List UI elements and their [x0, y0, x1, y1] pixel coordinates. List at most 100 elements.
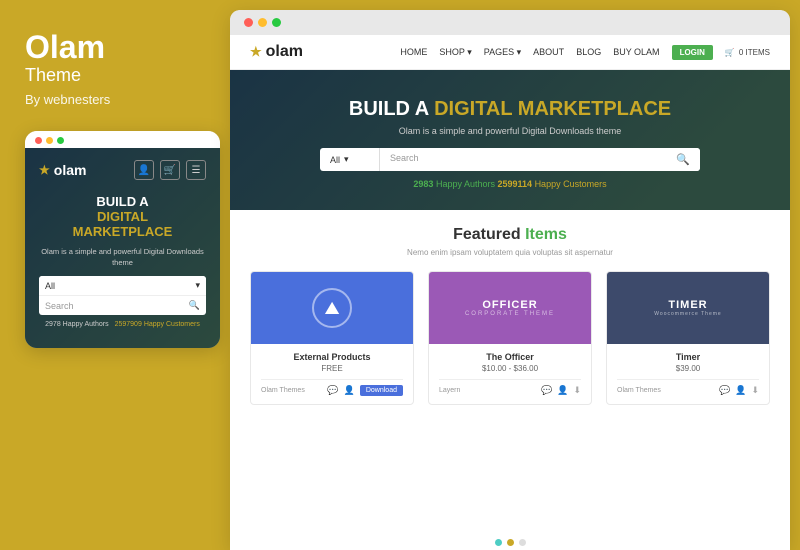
mobile-menu-icon: ☰ — [186, 160, 206, 180]
mobile-stat-customers: 2597909 Happy Customers — [115, 321, 200, 328]
featured-title-green: Items — [525, 226, 567, 243]
hero-title-yellow: DIGITAL MARKETPLACE — [434, 98, 671, 120]
comment-icon-2: 💬 — [541, 385, 552, 396]
mobile-headline-marketplace: MARKETPLACE — [39, 224, 206, 239]
mobile-logo: ★ olam — [39, 162, 86, 178]
featured-description: Nemo enim ipsam voluptatem quia voluptas… — [250, 248, 770, 257]
site-logo-text: olam — [266, 43, 303, 61]
site-header: ★ olam HOME SHOP ▾ PAGES ▾ ABOUT BLOG BU… — [230, 35, 790, 70]
featured-title: Featured Items — [250, 226, 770, 244]
product-actions-1: 💬 👤 Download — [327, 385, 403, 396]
stat-customers-label: Happy Customers — [535, 179, 607, 189]
product-grid: ⛰ External Products FREE Olam Themes 💬 👤… — [250, 271, 770, 405]
product-icon-1: ⛰ — [312, 288, 352, 328]
star-icon: ★ — [39, 163, 50, 177]
hero-subtitle: Olam is a simple and powerful Digital Do… — [260, 126, 760, 136]
browser-dot-green — [272, 18, 281, 27]
mobile-dot-green — [57, 137, 64, 144]
browser-dot-red — [244, 18, 253, 27]
pagination-dots — [230, 531, 790, 550]
user-icon-3: 👤 — [735, 385, 746, 396]
product-price-2: $10.00 - $36.00 — [439, 364, 581, 373]
product-icon-2: OFFICER — [465, 299, 555, 311]
pagination-dot-1[interactable] — [495, 539, 502, 546]
product-info-2: The Officer $10.00 - $36.00 Layern 💬 👤 ⬇ — [429, 344, 591, 404]
mobile-user-icon: 👤 — [134, 160, 154, 180]
product-meta-2: Layern 💬 👤 ⬇ — [439, 379, 581, 396]
product-price-1: FREE — [261, 364, 403, 373]
mobile-search-wrapper: All ▾ Search 🔍 — [39, 276, 206, 315]
mobile-headline: BUILD A DIGITAL MARKETPLACE — [39, 194, 206, 239]
mobile-subtitle: Olam is a simple and powerful Digital Do… — [39, 247, 206, 268]
cart-area[interactable]: 🛒 0 ITEMS — [725, 48, 770, 57]
product-author-1: Olam Themes — [261, 387, 305, 394]
nav-blog[interactable]: BLOG — [576, 47, 601, 57]
hero-search-input[interactable]: Search — [380, 148, 666, 171]
download-button-1[interactable]: Download — [360, 385, 403, 396]
product-name-1: External Products — [261, 352, 403, 362]
mobile-search-input: Search 🔍 — [39, 296, 206, 315]
product-actions-3: 💬 👤 ⬇ — [719, 385, 759, 396]
mobile-headline-build: BUILD A — [39, 194, 206, 209]
mobile-mockup: ★ olam 👤 🛒 ☰ BUILD A DIGITAL MARKETPLACE… — [25, 131, 220, 348]
product-icon-3: TIMER — [654, 299, 721, 311]
browser-content: ★ olam HOME SHOP ▾ PAGES ▾ ABOUT BLOG BU… — [230, 35, 790, 550]
featured-section: Featured Items Nemo enim ipsam voluptate… — [230, 210, 790, 531]
product-price-3: $39.00 — [617, 364, 759, 373]
site-logo: ★ olam — [250, 43, 303, 61]
user-icon-1: 👤 — [344, 385, 355, 396]
nav-buy-olam[interactable]: BUY OLAM — [613, 47, 659, 57]
mobile-stats: 2978 Happy Authors 2597909 Happy Custome… — [39, 321, 206, 328]
nav-home[interactable]: HOME — [400, 47, 427, 57]
product-meta-3: Olam Themes 💬 👤 ⬇ — [617, 379, 759, 396]
mobile-logo-text: olam — [54, 162, 87, 178]
stat-authors-label: Happy Authors — [436, 179, 498, 189]
brand-by: By webnesters — [25, 92, 210, 107]
hero-search-category[interactable]: All ▾ — [320, 148, 380, 171]
left-panel: Olam Theme By webnesters ★ olam 👤 🛒 ☰ — [0, 0, 230, 550]
mobile-dot-yellow — [46, 137, 53, 144]
comment-icon-3: 💬 — [719, 385, 730, 396]
nav-pages[interactable]: PAGES ▾ — [484, 47, 521, 58]
stat-authors-num: 2983 — [413, 179, 433, 189]
mobile-cart-icon: 🛒 — [160, 160, 180, 180]
hero-title: BUILD A DIGITAL MARKETPLACE — [260, 98, 760, 121]
hero-stats: 2983 Happy Authors 2599114 Happy Custome… — [260, 179, 760, 189]
download-icon-2: ⬇ — [573, 385, 581, 396]
brand-title: Olam — [25, 30, 210, 65]
mobile-search-cat: All ▾ — [39, 276, 206, 296]
product-card-3: TIMER Woocommerce Theme Timer $39.00 Ola… — [606, 271, 770, 405]
hero-search-button[interactable]: 🔍 — [666, 148, 700, 171]
mobile-headline-digital: DIGITAL — [39, 209, 206, 224]
pagination-dot-3[interactable] — [519, 539, 526, 546]
mobile-nav: ★ olam 👤 🛒 ☰ — [39, 160, 206, 180]
product-author-3: Olam Themes — [617, 387, 661, 394]
user-icon-2: 👤 — [557, 385, 568, 396]
browser-chrome — [230, 10, 790, 35]
mobile-dot-red — [35, 137, 42, 144]
product-author-2: Layern — [439, 387, 460, 394]
product-card-2: OFFICER CORPORATE THEME The Officer $10.… — [428, 271, 592, 405]
mobile-nav-icons: 👤 🛒 ☰ — [134, 160, 206, 180]
product-info-1: External Products FREE Olam Themes 💬 👤 D… — [251, 344, 413, 404]
product-name-3: Timer — [617, 352, 759, 362]
stat-customers-num: 2599114 — [498, 179, 533, 189]
product-actions-2: 💬 👤 ⬇ — [541, 385, 581, 396]
pagination-dot-2[interactable] — [507, 539, 514, 546]
comment-icon-1: 💬 — [327, 385, 338, 396]
product-info-3: Timer $39.00 Olam Themes 💬 👤 ⬇ — [607, 344, 769, 404]
brand-subtitle: Theme — [25, 65, 210, 86]
product-thumb-1: ⛰ — [251, 272, 413, 344]
mobile-hero-section: ★ olam 👤 🛒 ☰ BUILD A DIGITAL MARKETPLACE… — [25, 148, 220, 348]
nav-about[interactable]: ABOUT — [533, 47, 564, 57]
product-card-1: ⛰ External Products FREE Olam Themes 💬 👤… — [250, 271, 414, 405]
nav-shop[interactable]: SHOP ▾ — [439, 47, 471, 58]
right-panel: ★ olam HOME SHOP ▾ PAGES ▾ ABOUT BLOG BU… — [230, 10, 790, 550]
site-nav: HOME SHOP ▾ PAGES ▾ ABOUT BLOG BUY OLAM … — [400, 45, 770, 60]
product-thumb-3: TIMER Woocommerce Theme — [607, 272, 769, 344]
login-button[interactable]: LOGIN — [672, 45, 713, 60]
featured-title-black: Featured — [453, 226, 521, 243]
hero-search-bar: All ▾ Search 🔍 — [320, 148, 700, 171]
site-hero: BUILD A DIGITAL MARKETPLACE Olam is a si… — [230, 70, 790, 210]
mobile-stat-authors: 2978 Happy Authors — [45, 321, 108, 328]
